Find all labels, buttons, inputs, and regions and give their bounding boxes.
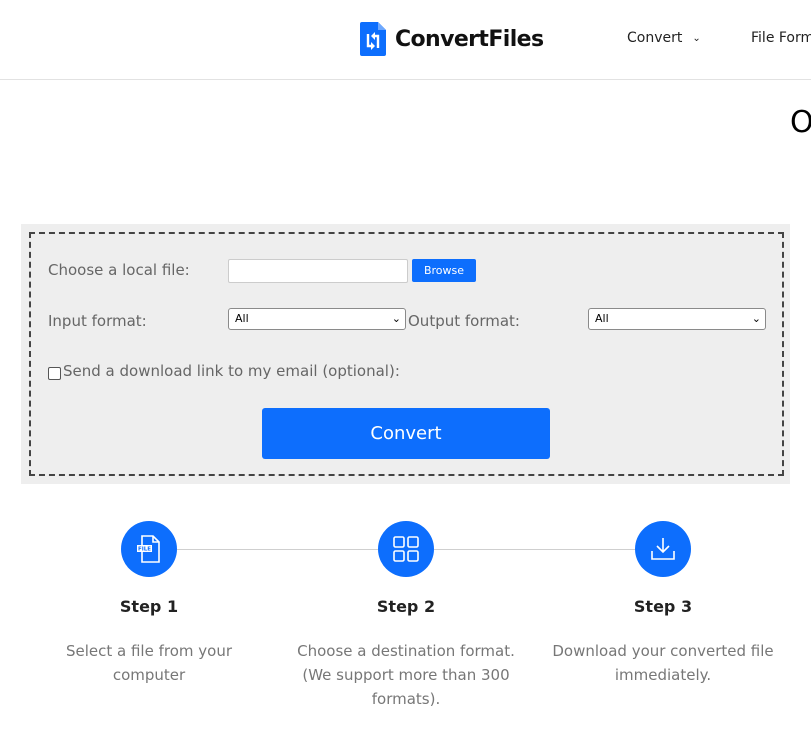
svg-text:FILE: FILE	[138, 547, 151, 553]
page-title: O	[790, 105, 811, 140]
step-3-description: Download your converted file immediately…	[552, 642, 774, 684]
email-checkbox-label[interactable]: Send a download link to my email (option…	[63, 362, 400, 380]
email-checkbox[interactable]	[48, 367, 61, 380]
step-1-title: Step 1	[119, 597, 179, 616]
nav-file-formats[interactable]: File Form	[751, 30, 811, 46]
chevron-down-icon: ⌄	[391, 312, 401, 325]
converter-form: Choose a local file: Browse Input format…	[29, 232, 784, 476]
grid-icon	[393, 536, 419, 562]
output-format-value: All	[595, 312, 609, 325]
step-2-title: Step 2	[376, 597, 436, 616]
browse-button[interactable]: Browse	[412, 259, 476, 282]
step-2-description: Choose a destination format. (We support…	[297, 642, 515, 708]
output-format-select[interactable]: All ⌄	[588, 308, 766, 330]
brand-name: ConvertFiles	[395, 26, 544, 52]
convert-button[interactable]: Convert	[262, 408, 550, 459]
step-1-description: Select a file from your computer	[65, 642, 233, 684]
output-format-label: Output format:	[408, 312, 520, 330]
nav-file-formats-label: File Form	[751, 30, 811, 46]
chevron-down-icon: ⌄	[751, 312, 761, 325]
converter-panel: Choose a local file: Browse Input format…	[21, 224, 790, 484]
site-header: ConvertFiles Convert ⌄ File Form	[0, 0, 811, 80]
file-icon: FILE	[137, 535, 160, 563]
file-label: Choose a local file:	[48, 261, 190, 279]
file-input[interactable]	[228, 259, 408, 283]
step-1-circle: FILE	[121, 521, 177, 577]
logo-icon	[360, 22, 386, 56]
input-format-select[interactable]: All ⌄	[228, 308, 406, 330]
download-icon	[651, 538, 675, 560]
input-format-label: Input format:	[48, 312, 147, 330]
step-3-circle	[635, 521, 691, 577]
input-format-value: All	[235, 312, 249, 325]
step-3-title: Step 3	[633, 597, 693, 616]
logo[interactable]: ConvertFiles	[360, 22, 544, 56]
nav-convert[interactable]: Convert ⌄	[627, 30, 701, 46]
chevron-down-icon: ⌄	[692, 33, 701, 44]
step-connector	[177, 549, 378, 550]
step-connector	[434, 549, 635, 550]
step-2-circle	[378, 521, 434, 577]
nav-convert-label: Convert	[627, 30, 683, 46]
